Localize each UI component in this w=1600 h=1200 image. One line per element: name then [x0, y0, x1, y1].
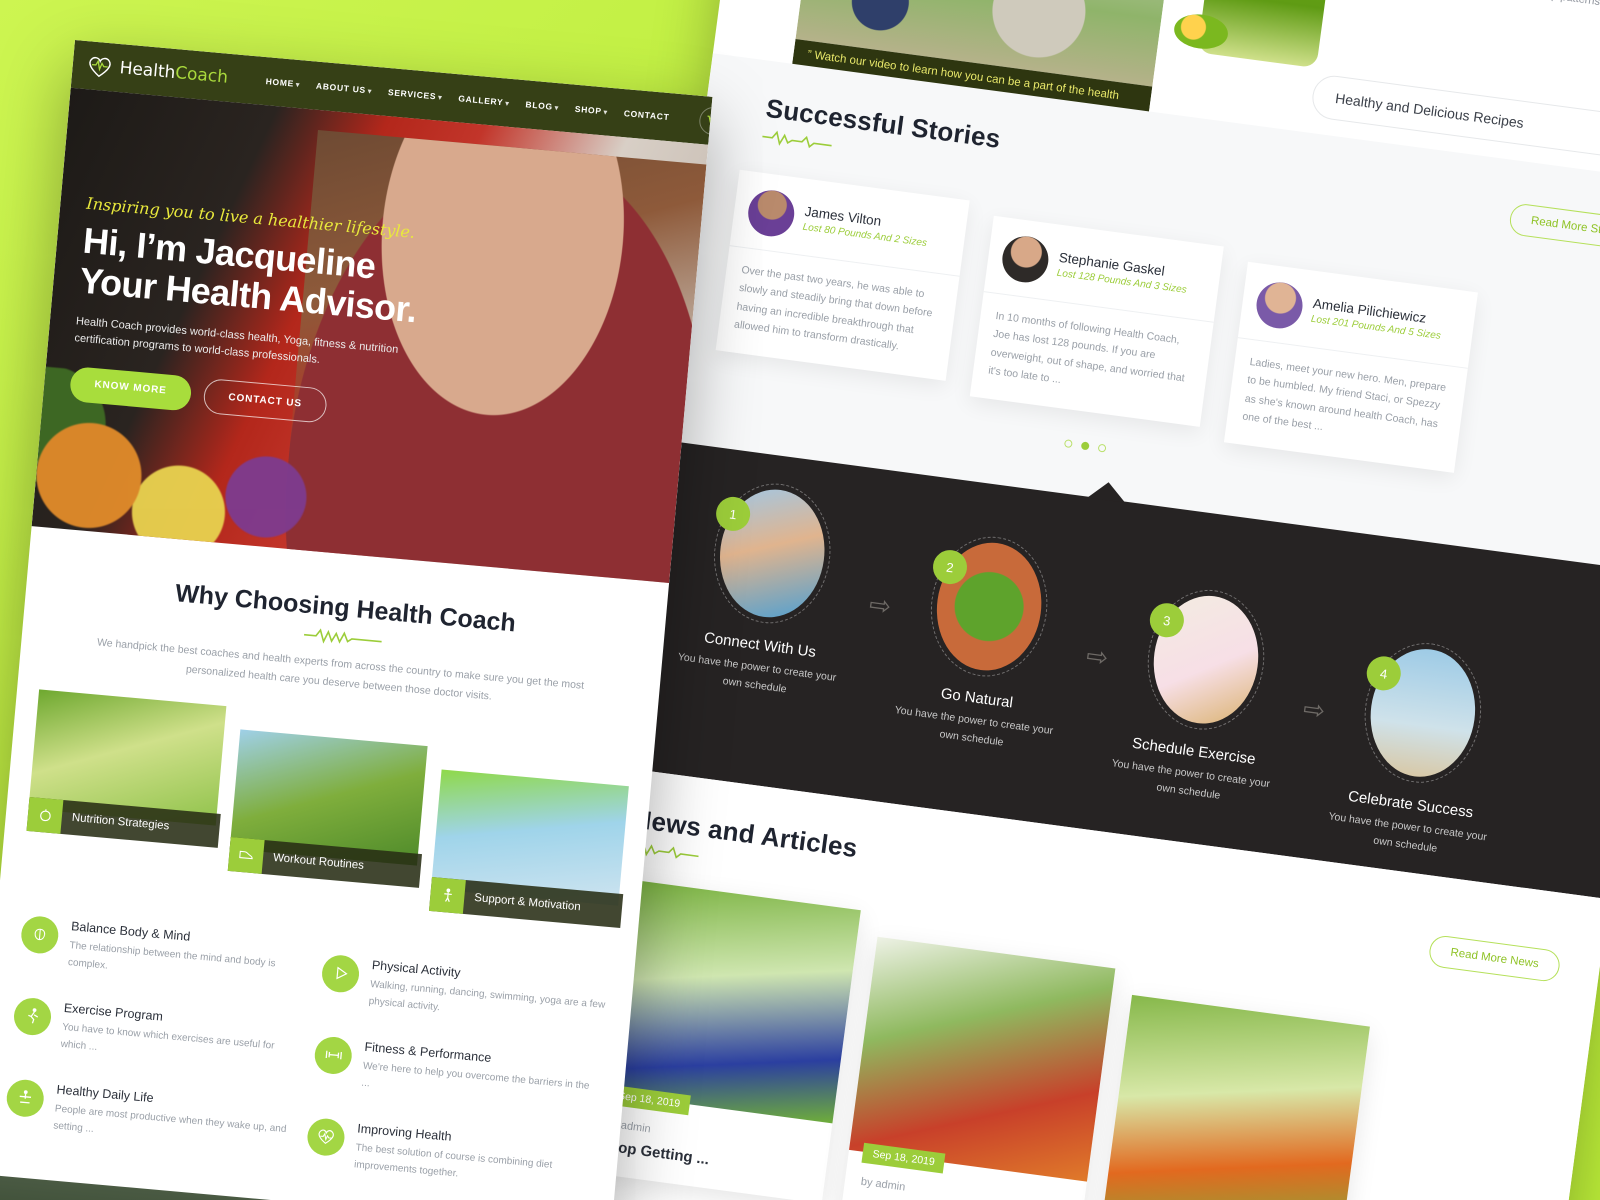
hero-section: Inspiring you to live a healthier lifest… — [31, 87, 709, 583]
heart-pulse-icon — [89, 56, 111, 78]
menu-item-blog[interactable]: BLOG▾ — [525, 99, 559, 112]
read-more-stories-button[interactable]: Read More Stories — [1508, 202, 1600, 253]
recipes-accordion-label: Healthy and Delicious Recipes — [1334, 89, 1525, 131]
avatar — [745, 187, 798, 240]
feature-item: Physical Activity Walking, running, danc… — [319, 953, 607, 1031]
arrow-right-icon: ⇨ — [1084, 640, 1111, 673]
news-card[interactable]: Sep 18, 2019 by admin — [1095, 994, 1370, 1200]
step-image-frame: 1 — [705, 476, 839, 631]
green-juice-image — [1197, 0, 1343, 69]
story-card[interactable]: Amelia Pilichiewicz Lost 201 Pounds And … — [1223, 261, 1478, 473]
dumbbell-icon — [313, 1035, 354, 1076]
menu-item-services[interactable]: SERVICES▾ — [388, 87, 443, 102]
feature-item: Fitness & Performance We're here to help… — [312, 1035, 600, 1112]
process-step: 3 Schedule Exercise You have the power t… — [1093, 578, 1309, 814]
why-choosing-section: Why Choosing Health Coach We handpick th… — [3, 526, 669, 928]
chevron-down-icon: ▾ — [504, 100, 510, 108]
news-image: Sep 18, 2019 — [1103, 994, 1370, 1200]
apple-icon — [26, 796, 64, 834]
arrow-right-icon: ⇨ — [1301, 693, 1328, 726]
chevron-down-icon: ▾ — [437, 94, 443, 102]
intro-paragraph: not just as calories and weight loss, bu… — [1348, 0, 1600, 22]
process-step: 2 Go Natural You have the power to creat… — [876, 525, 1092, 761]
ecg-divider-icon — [303, 628, 382, 644]
chevron-down-icon: ▾ — [603, 109, 609, 117]
site-logo[interactable]: HealthCoach — [86, 53, 229, 89]
news-card[interactable]: Sep 18, 2019 by admin — [840, 936, 1116, 1200]
feature-item: Improving Health The best solution of co… — [305, 1116, 593, 1194]
read-more-news-button[interactable]: Read More News — [1427, 934, 1562, 984]
news-image: Sep 18, 2019 — [849, 936, 1116, 1182]
process-step: 1 Connect With Us You have the power to … — [659, 471, 875, 707]
step-image-frame: 2 — [922, 529, 1056, 684]
runner-icon — [12, 996, 53, 1037]
shoe-icon — [227, 836, 265, 874]
menu-item-home[interactable]: HOME▾ — [265, 76, 300, 89]
chevron-down-icon: ▾ — [367, 88, 373, 96]
carousel-dot[interactable] — [1063, 439, 1073, 449]
why-card-label: Support & Motivation — [473, 891, 582, 914]
why-card[interactable]: Workout Routines — [227, 729, 428, 888]
carousel-dot-active[interactable] — [1080, 441, 1090, 451]
avatar — [999, 233, 1052, 286]
why-card[interactable]: Support & Motivation — [428, 769, 629, 928]
feature-item: Balance Body & Mind The relationship bet… — [17, 914, 307, 1004]
step-image-frame: 3 — [1139, 582, 1273, 737]
carousel-dot[interactable] — [1097, 443, 1107, 453]
primary-page-mockup: HealthCoach HOME▾ ABOUT US▾ SERVICES▾ GA… — [0, 40, 713, 1200]
arrow-right-icon: ⇨ — [867, 588, 894, 622]
heart-pulse-icon — [305, 1116, 347, 1158]
yoga-icon — [5, 1078, 46, 1119]
why-card[interactable]: Nutrition Strategies — [26, 689, 227, 848]
play-triangle-icon — [320, 953, 361, 994]
chevron-down-icon: ▾ — [554, 104, 560, 113]
logo-text: HealthCoach — [118, 58, 229, 88]
stories-carousel-dots[interactable] — [1063, 439, 1107, 453]
menu-item-contact[interactable]: CONTACT — [623, 108, 670, 122]
chevron-down-icon: ▾ — [295, 81, 301, 90]
menu-item-shop[interactable]: SHOP▾ — [574, 104, 608, 117]
menu-item-gallery[interactable]: GALLERY▾ — [458, 93, 510, 108]
why-card-label: Nutrition Strategies — [71, 811, 170, 833]
story-card[interactable]: James Vilton Lost 80 Pounds And 2 Sizes … — [715, 169, 970, 381]
poster-stage: ” Watch our video to learn how you can b… — [0, 0, 1600, 1200]
person-icon — [428, 876, 466, 914]
brain-icon — [19, 914, 60, 955]
why-card-label: Workout Routines — [272, 851, 365, 872]
menu-item-about-us[interactable]: ABOUT US▾ — [316, 81, 373, 96]
process-step: 4 Celebrate Success You have the power t… — [1310, 631, 1526, 867]
story-card[interactable]: Stephanie Gaskel Lost 128 Pounds And 3 S… — [969, 215, 1224, 427]
feature-item: Exercise Program You have to know which … — [10, 996, 300, 1085]
feature-item: Healthy Daily Life People are most produ… — [3, 1078, 293, 1167]
step-image-frame: 4 — [1356, 635, 1490, 790]
avatar — [1253, 279, 1306, 332]
